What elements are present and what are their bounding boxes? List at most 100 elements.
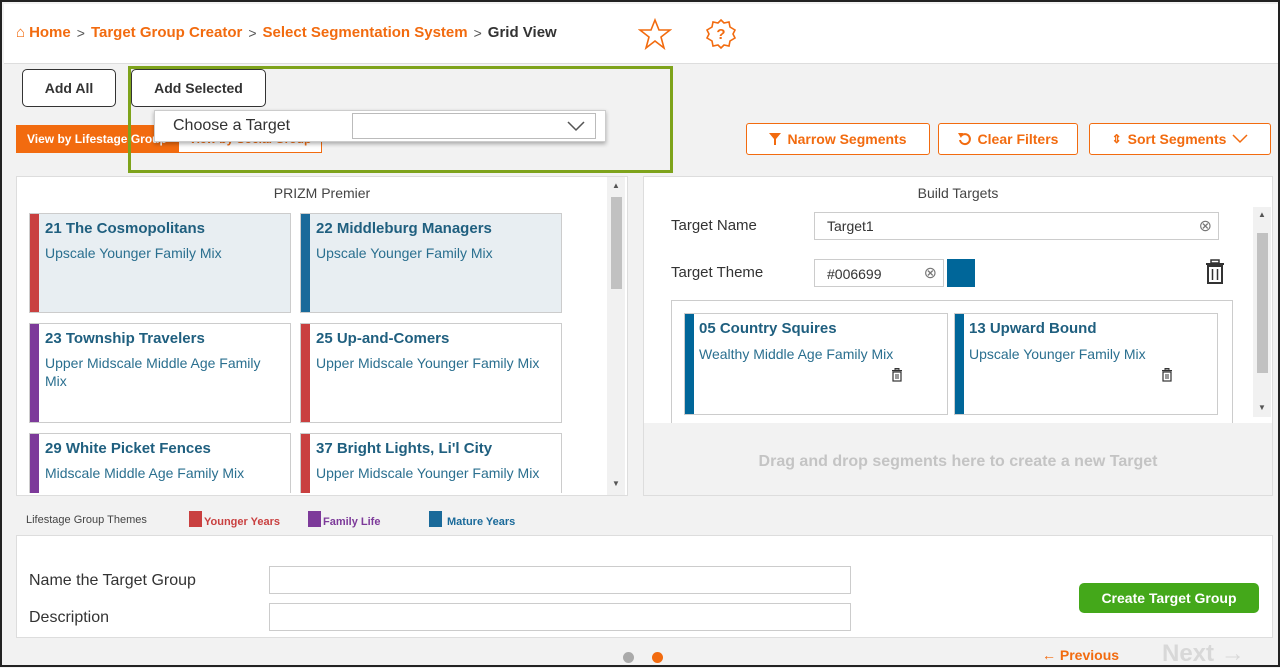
- page-dot-2[interactable]: [652, 652, 663, 663]
- segment-card[interactable]: 23 Township Travelers Upper Midscale Midd…: [29, 323, 291, 423]
- home-icon[interactable]: ⌂: [16, 24, 25, 41]
- previous-button[interactable]: ← Previous: [1042, 647, 1119, 663]
- segment-color-bar: [30, 324, 39, 422]
- filter-icon: [769, 133, 782, 145]
- arrow-left-icon: ←: [1042, 647, 1056, 663]
- sort-segments-label: Sort Segments: [1127, 131, 1227, 147]
- legend-label: Lifestage Group Themes: [26, 514, 147, 526]
- breadcrumb-bar: ⌂ Home > Target Group Creator > Select S…: [4, 4, 1278, 64]
- highlight-box: [128, 66, 673, 173]
- breadcrumb-target-group-creator[interactable]: Target Group Creator: [91, 24, 242, 41]
- segment-card[interactable]: 21 The Cosmopolitans Upscale Younger Fami…: [29, 213, 291, 313]
- segment-color-bar: [30, 434, 39, 493]
- name-label: Name the Target Group: [29, 572, 196, 589]
- segment-color-bar: [301, 214, 310, 312]
- page-dot-1[interactable]: [623, 652, 634, 663]
- segment-description: Upscale Younger Family Mix: [316, 245, 493, 261]
- build-targets-panel: Build Targets Target Name Target1 ⊗ Targ…: [643, 176, 1273, 496]
- scroll-down-icon[interactable]: ▼: [612, 479, 620, 488]
- next-label: Next: [1162, 640, 1215, 667]
- breadcrumb-home[interactable]: Home: [29, 24, 71, 41]
- scroll-down-icon[interactable]: ▼: [1258, 403, 1266, 412]
- segment-color-bar: [955, 314, 964, 414]
- help-icon[interactable]: ?: [704, 17, 738, 51]
- scrollbar-thumb[interactable]: [1257, 233, 1268, 373]
- theme-color-swatch[interactable]: [947, 259, 975, 287]
- prizm-title: PRIZM Premier: [273, 185, 371, 201]
- build-targets-title: Build Targets: [917, 185, 999, 201]
- add-all-button[interactable]: Add All: [22, 69, 116, 107]
- segment-description: Upper Midscale Middle Age Family Mix: [45, 355, 261, 389]
- segment-name: 21 The Cosmopolitans: [45, 220, 206, 237]
- segment-name: 22 Middleburg Managers: [316, 220, 492, 237]
- legend-family: Family Life: [323, 516, 381, 528]
- target-segment-card[interactable]: 13 Upward Bound Upscale Younger Family Mi…: [954, 313, 1218, 415]
- segment-name: 37 Bright Lights, Li'l City: [316, 440, 493, 457]
- segment-description: Wealthy Middle Age Family Mix: [699, 346, 894, 362]
- legend-swatch-mature: [429, 511, 442, 527]
- breadcrumb: ⌂ Home > Target Group Creator > Select S…: [16, 24, 557, 41]
- scrollbar-thumb[interactable]: [611, 197, 622, 289]
- previous-label: Previous: [1059, 647, 1120, 663]
- segment-description: Midscale Middle Age Family Mix: [45, 465, 245, 481]
- sort-icon: ⇕: [1111, 132, 1122, 146]
- drop-hint: Drag and drop segments here to create a …: [758, 453, 1158, 470]
- target-theme-label: Target Theme: [671, 264, 764, 281]
- create-target-group-button[interactable]: Create Target Group: [1079, 583, 1259, 613]
- svg-text:?: ?: [716, 26, 725, 43]
- clear-filters-label: Clear Filters: [977, 131, 1059, 147]
- breadcrumb-current: Grid View: [487, 24, 557, 41]
- segment-description: Upscale Younger Family Mix: [45, 245, 222, 261]
- segment-card[interactable]: 22 Middleburg Managers Upscale Younger Fa…: [300, 213, 562, 313]
- description-input[interactable]: [269, 603, 851, 631]
- scrollbar[interactable]: ▲ ▼: [607, 177, 625, 495]
- target-group-name-input[interactable]: [269, 566, 851, 594]
- arrow-right-icon: →: [1220, 640, 1245, 667]
- scroll-up-icon[interactable]: ▲: [1258, 210, 1266, 219]
- segment-color-bar: [301, 434, 310, 493]
- chevron-down-icon: [1232, 134, 1248, 144]
- legend-mature: Mature Years: [447, 516, 516, 528]
- reset-icon: [957, 133, 971, 146]
- segment-name: 23 Township Travelers: [45, 330, 205, 347]
- trash-icon[interactable]: [1204, 259, 1226, 285]
- narrow-segments-label: Narrow Segments: [787, 131, 907, 147]
- legend-swatch-younger: [189, 511, 202, 527]
- build-scrollbar[interactable]: ▲ ▼: [1253, 207, 1271, 417]
- legend-younger: Younger Years: [204, 516, 281, 528]
- segment-card[interactable]: 29 White Picket Fences Midscale Middle Ag…: [29, 433, 291, 493]
- segment-name: 25 Up-and-Comers: [316, 330, 450, 347]
- favorite-star-icon[interactable]: [638, 18, 672, 50]
- scroll-up-icon[interactable]: ▲: [612, 181, 620, 190]
- clear-icon[interactable]: ⊗: [1199, 216, 1212, 236]
- segment-color-bar: [685, 314, 694, 414]
- target-theme-input[interactable]: #006699 ⊗: [814, 259, 944, 287]
- target-name-label: Target Name: [671, 217, 757, 234]
- trash-icon[interactable]: [891, 368, 903, 382]
- prizm-panel: PRIZM Premier 21 The Cosmopolitans Upscal…: [16, 176, 628, 496]
- target-segment-card[interactable]: 05 Country Squires Wealthy Middle Age Fam…: [684, 313, 948, 415]
- segment-description: Upper Midscale Younger Family Mix: [316, 355, 540, 371]
- narrow-segments-button[interactable]: Narrow Segments: [746, 123, 930, 155]
- trash-icon[interactable]: [1161, 368, 1173, 382]
- legend-swatch-family: [308, 511, 321, 527]
- segment-card[interactable]: 37 Bright Lights, Li'l City Upper Midscal…: [300, 433, 562, 493]
- app-frame: ⌂ Home > Target Group Creator > Select S…: [0, 0, 1280, 667]
- segment-description: Upper Midscale Younger Family Mix: [316, 465, 540, 481]
- clear-filters-button[interactable]: Clear Filters: [938, 123, 1078, 155]
- breadcrumb-separator: >: [248, 24, 257, 41]
- target-cards-area: 05 Country Squires Wealthy Middle Age Fam…: [671, 300, 1233, 423]
- target-theme-value: #006699: [827, 266, 882, 282]
- segment-color-bar: [30, 214, 39, 312]
- description-label: Description: [29, 609, 110, 626]
- clear-icon[interactable]: ⊗: [924, 263, 937, 283]
- breadcrumb-select-segmentation[interactable]: Select Segmentation System: [263, 24, 468, 41]
- next-button[interactable]: Next →: [1162, 640, 1245, 668]
- sort-segments-button[interactable]: ⇕ Sort Segments: [1089, 123, 1271, 155]
- segment-card[interactable]: 25 Up-and-Comers Upper Midscale Younger F…: [300, 323, 562, 423]
- breadcrumb-separator: >: [473, 24, 482, 41]
- breadcrumb-separator: >: [76, 24, 85, 41]
- segment-name: 05 Country Squires: [699, 320, 837, 337]
- target-name-value: Target1: [827, 218, 874, 234]
- target-name-input[interactable]: Target1 ⊗: [814, 212, 1219, 240]
